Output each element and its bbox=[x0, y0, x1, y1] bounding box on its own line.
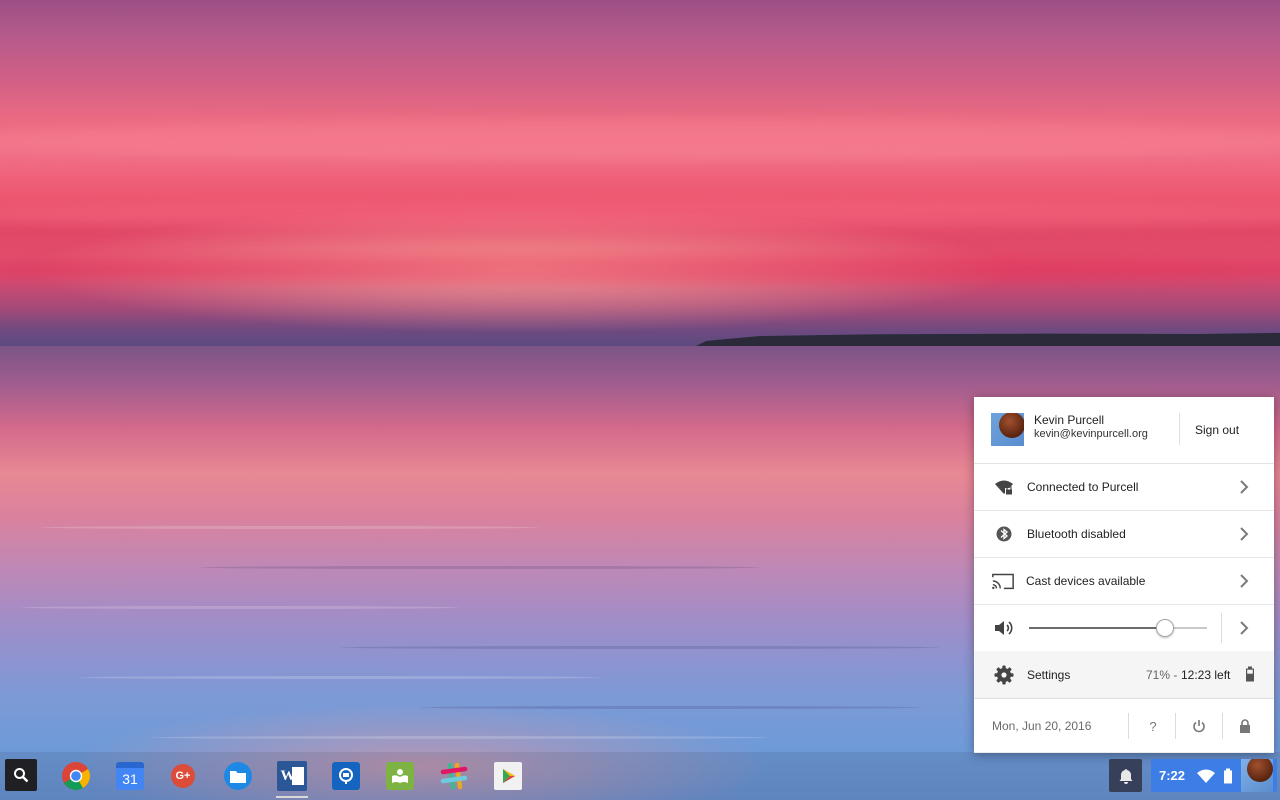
app-launcher-button[interactable] bbox=[5, 759, 37, 791]
battery-status-icon bbox=[1224, 768, 1232, 783]
chrome-icon bbox=[62, 762, 90, 790]
ripple bbox=[340, 646, 940, 649]
bluetooth-icon bbox=[992, 523, 1016, 545]
search-icon bbox=[14, 768, 29, 783]
volume-slider-knob[interactable] bbox=[1156, 619, 1175, 637]
chevron-right-icon bbox=[1240, 480, 1249, 494]
user-name: Kevin Purcell bbox=[1034, 413, 1105, 427]
divider bbox=[1175, 713, 1176, 739]
lock-icon bbox=[1240, 719, 1250, 733]
gear-icon bbox=[992, 664, 1016, 686]
status-avatar bbox=[1241, 759, 1273, 792]
ripple bbox=[20, 606, 460, 609]
user-avatar bbox=[991, 413, 1024, 446]
volume-slider[interactable] bbox=[1029, 619, 1207, 637]
calendar-icon: 31 bbox=[116, 762, 144, 790]
google-plus-icon: G+ bbox=[171, 764, 195, 788]
power-button[interactable] bbox=[1188, 715, 1210, 737]
shelf-app-slack[interactable] bbox=[437, 759, 471, 793]
divider bbox=[1221, 613, 1222, 643]
volume-row bbox=[974, 605, 1274, 652]
battery-icon bbox=[1245, 666, 1255, 685]
active-app-indicator bbox=[276, 796, 308, 798]
divider bbox=[1128, 713, 1129, 739]
play-store-icon bbox=[494, 762, 522, 790]
cast-icon bbox=[991, 570, 1015, 592]
files-icon bbox=[224, 762, 252, 790]
reader-icon bbox=[386, 762, 414, 790]
network-row[interactable]: Connected to Purcell bbox=[974, 464, 1274, 511]
wallpaper-sky bbox=[0, 0, 1280, 348]
battery-percent: 71% - bbox=[1146, 668, 1177, 682]
cast-row[interactable]: Cast devices available bbox=[974, 558, 1274, 605]
chevron-right-icon bbox=[1240, 527, 1249, 541]
shelf-app-word[interactable]: W bbox=[275, 759, 309, 793]
ripple bbox=[420, 706, 920, 709]
audio-settings-chevron-icon[interactable] bbox=[1236, 620, 1252, 636]
word-icon: W bbox=[277, 761, 307, 791]
shelf-app-calendar[interactable]: 31 bbox=[113, 759, 147, 793]
word-icon-label: W bbox=[280, 767, 296, 784]
battery-separator: - bbox=[1173, 667, 1178, 682]
sky-streak bbox=[0, 120, 1280, 160]
user-row: Kevin Purcell kevin@kevinpurcell.org Sig… bbox=[974, 397, 1274, 464]
sky-streak bbox=[0, 200, 1280, 230]
google-plus-icon-label: G+ bbox=[175, 770, 191, 782]
network-label: Connected to Purcell bbox=[1027, 480, 1139, 494]
divider bbox=[1179, 413, 1180, 445]
cast-label: Cast devices available bbox=[1026, 574, 1146, 588]
help-button[interactable]: ? bbox=[1142, 715, 1164, 737]
wifi-locked-icon bbox=[992, 476, 1016, 498]
ripple bbox=[150, 736, 770, 739]
calendar-icon-label: 31 bbox=[122, 771, 138, 787]
settings-row[interactable]: Settings 71% - 12:23 left bbox=[974, 651, 1274, 699]
shelf-app-play-store[interactable] bbox=[491, 759, 525, 793]
shelf-app-chrome[interactable] bbox=[59, 759, 93, 793]
ripple bbox=[40, 526, 540, 529]
bluetooth-label: Bluetooth disabled bbox=[1027, 527, 1126, 541]
volume-icon[interactable] bbox=[992, 617, 1016, 639]
shelf-app-remote-desktop[interactable] bbox=[329, 759, 363, 793]
sign-out-button[interactable]: Sign out bbox=[1195, 423, 1239, 437]
date-label[interactable]: Mon, Jun 20, 2016 bbox=[992, 719, 1091, 733]
bell-icon bbox=[1119, 768, 1132, 784]
system-tray-menu: Kevin Purcell kevin@kevinpurcell.org Sig… bbox=[974, 397, 1274, 753]
notification-center-button[interactable] bbox=[1109, 759, 1142, 792]
settings-label: Settings bbox=[1027, 667, 1071, 682]
user-email: kevin@kevinpurcell.org bbox=[1034, 428, 1148, 440]
sky-streak bbox=[0, 255, 1280, 283]
slack-icon bbox=[440, 762, 468, 790]
lock-button[interactable] bbox=[1234, 715, 1256, 737]
shelf-app-google-plus[interactable]: G+ bbox=[166, 759, 200, 793]
ripple bbox=[80, 676, 600, 679]
chevron-right-icon bbox=[1240, 574, 1249, 588]
volume-slider-fill bbox=[1029, 627, 1165, 629]
remote-desktop-icon bbox=[332, 762, 360, 790]
status-area-button[interactable]: 7:22 bbox=[1151, 759, 1277, 792]
shelf-app-reader[interactable] bbox=[383, 759, 417, 793]
battery-percent-value: 71% bbox=[1146, 667, 1171, 682]
shelf-app-files[interactable] bbox=[221, 759, 255, 793]
power-icon bbox=[1193, 720, 1205, 733]
wifi-icon bbox=[1197, 769, 1215, 783]
footer-row: Mon, Jun 20, 2016 ? bbox=[974, 699, 1274, 753]
clock-time: 7:22 bbox=[1159, 768, 1186, 783]
divider bbox=[1222, 713, 1223, 739]
battery-time-left: 12:23 left bbox=[1181, 667, 1231, 682]
bluetooth-row[interactable]: Bluetooth disabled bbox=[974, 511, 1274, 558]
ripple bbox=[200, 566, 760, 569]
